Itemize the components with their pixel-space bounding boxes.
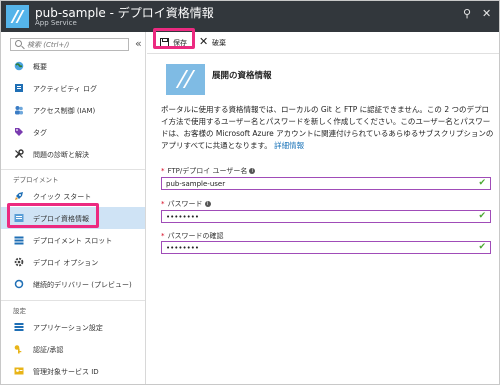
collapse-sidebar-button[interactable]: « <box>135 37 142 50</box>
sidebar-item-label: デプロイメント スロット <box>33 237 113 245</box>
required-asterisk: * <box>161 232 165 240</box>
sidebar-item-label: アクセス制御 (IAM) <box>33 107 96 115</box>
password-input[interactable] <box>166 211 466 222</box>
globe-icon <box>14 61 24 71</box>
sidebar-item-label: 継続的デリバリー (プレビュー) <box>33 281 132 289</box>
sidebar-item-app-settings[interactable]: アプリケーション設定 <box>1 316 145 338</box>
username-label-text: FTP/デプロイ ユーザー名 <box>167 167 248 175</box>
sidebar-highlight-box <box>7 203 99 228</box>
sidebar-item-label: アクティビティ ログ <box>33 85 98 93</box>
password-field[interactable]: ✔ <box>161 210 491 223</box>
sidebar-item-continuous-delivery[interactable]: 継続的デリバリー (プレビュー) <box>1 273 145 295</box>
sidebar-item-managed-identity[interactable]: 管理対象サービス ID <box>1 360 145 382</box>
search-input[interactable] <box>27 39 127 50</box>
gear-icon <box>14 257 24 267</box>
description-body: ポータルに使用する資格情報では、ローカルの Git と FTP に認証できません… <box>161 105 494 150</box>
confirm-password-label: * パスワードの確認 <box>161 231 224 241</box>
iam-users-icon <box>14 105 24 115</box>
username-label: * FTP/デプロイ ユーザー名 i <box>161 166 256 176</box>
blade-subtitle: App Service <box>35 19 77 27</box>
confirm-password-label-text: パスワードの確認 <box>167 232 224 240</box>
app-service-logo-icon <box>6 5 29 28</box>
info-icon[interactable]: i <box>249 168 256 174</box>
continuous-delivery-icon <box>14 279 24 289</box>
sidebar-search[interactable] <box>10 38 129 51</box>
confirm-password-input[interactable] <box>166 242 466 253</box>
sidebar-item-label: 認証/承認 <box>33 346 64 354</box>
details-link[interactable]: 詳細情報 <box>274 141 304 150</box>
username-field[interactable]: ✔ <box>161 177 491 190</box>
section-title: 展開の資格情報 <box>212 71 272 81</box>
sidebar-item-deployment-slots[interactable]: デプロイメント スロット <box>1 229 145 251</box>
sidebar-item-label: 問題の診断と解決 <box>33 151 89 159</box>
valid-check-icon: ✔ <box>478 242 486 252</box>
sidebar-item-tags[interactable]: タグ <box>1 121 145 143</box>
identity-icon <box>14 366 24 376</box>
required-asterisk: * <box>161 200 165 208</box>
save-highlight-box <box>153 28 195 49</box>
slots-icon <box>14 235 24 245</box>
sidebar-item-label: 概要 <box>33 63 47 71</box>
title-bar: pub-sample - デプロイ資格情報 App Service ⚲ ✕ <box>1 1 499 32</box>
sidebar-item-label: アプリケーション設定 <box>33 324 103 332</box>
info-icon[interactable]: i <box>204 201 211 207</box>
sidebar-item-deploy-options[interactable]: デプロイ オプション <box>1 251 145 273</box>
section-header-deployment: デプロイメント <box>13 176 59 184</box>
sidebar-item-label: デプロイ オプション <box>33 259 99 267</box>
deployment-credentials-hero-icon <box>166 64 205 95</box>
sidebar-divider <box>1 169 145 170</box>
pin-icon[interactable]: ⚲ <box>463 8 471 19</box>
sidebar-divider <box>1 300 145 301</box>
sidebar-item-iam[interactable]: アクセス制御 (IAM) <box>1 99 145 121</box>
rocket-icon <box>14 191 24 201</box>
description-text: ポータルに使用する資格情報では、ローカルの Git と FTP に認証できません… <box>161 104 495 152</box>
sidebar-item-label: クイック スタート <box>33 193 92 201</box>
command-bar: 保存 ✕ 破棄 <box>147 32 499 54</box>
password-label-text: パスワード <box>167 200 203 208</box>
valid-check-icon: ✔ <box>478 211 486 221</box>
tag-icon <box>14 127 24 137</box>
sidebar-item-label: タグ <box>33 129 47 137</box>
activity-log-icon <box>14 83 24 93</box>
sidebar-item-auth[interactable]: 認証/承認 <box>1 338 145 360</box>
sidebar-item-overview[interactable]: 概要 <box>1 55 145 77</box>
key-icon <box>14 344 24 354</box>
required-asterisk: * <box>161 167 165 175</box>
wrench-icon <box>14 149 24 159</box>
confirm-password-field[interactable]: ✔ <box>161 241 491 254</box>
section-header-settings: 設定 <box>13 307 26 315</box>
discard-button[interactable]: ✕ 破棄 <box>199 35 239 50</box>
sidebar-item-diagnose[interactable]: 問題の診断と解決 <box>1 143 145 165</box>
valid-check-icon: ✔ <box>478 178 486 188</box>
close-icon[interactable]: ✕ <box>482 8 491 19</box>
discard-label: 破棄 <box>212 39 226 47</box>
username-input[interactable] <box>166 178 466 189</box>
sidebar-item-activity-log[interactable]: アクティビティ ログ <box>1 77 145 99</box>
password-label: * パスワード i <box>161 199 211 209</box>
settings-list-icon <box>14 322 24 332</box>
discard-x-icon: ✕ <box>199 35 209 48</box>
search-icon <box>15 40 22 47</box>
sidebar-item-label: 管理対象サービス ID <box>33 368 99 376</box>
